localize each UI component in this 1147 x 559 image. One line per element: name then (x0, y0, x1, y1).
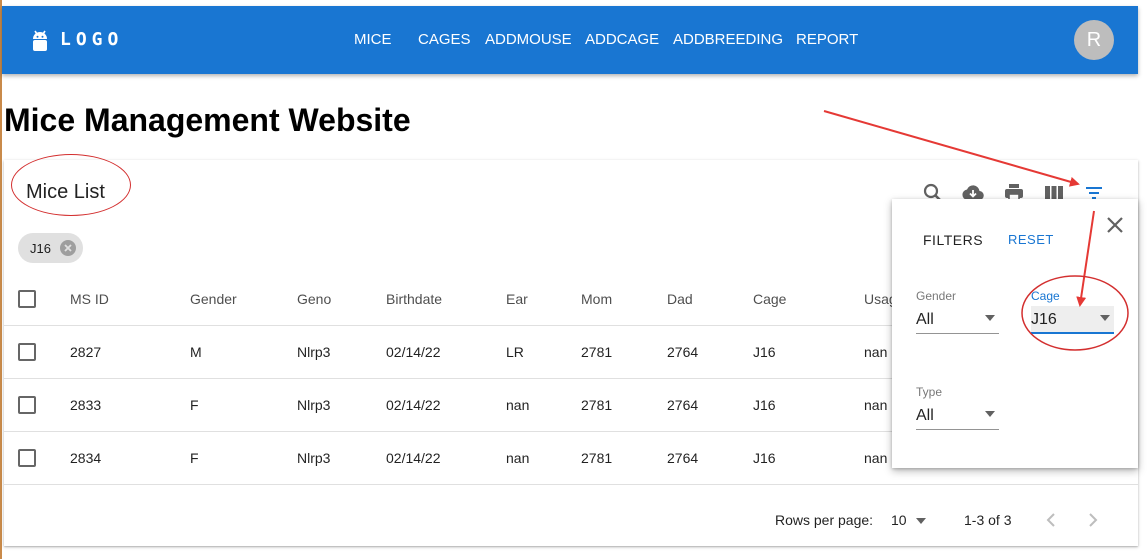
cell-geno: Nlrp3 (297, 397, 331, 413)
caret-down-icon (985, 315, 995, 321)
cell-ms-id: 2827 (70, 344, 102, 360)
column-header-ear[interactable]: Ear (506, 273, 528, 326)
type-filter-select[interactable]: All (916, 402, 999, 430)
rows-per-page-select[interactable]: 10 (891, 510, 927, 530)
column-header-ms-id[interactable]: MS ID (70, 273, 109, 326)
cell-usage: nan (864, 397, 888, 413)
cell-birthdate: 02/14/22 (386, 450, 441, 466)
type-filter-label: Type (916, 385, 943, 399)
cell-mom: 2781 (581, 397, 613, 413)
cell-dad: 2764 (667, 450, 699, 466)
table-pagination: Rows per page: 10 1-3 of 3 (4, 500, 1138, 540)
cell-dad: 2764 (667, 344, 699, 360)
gender-filter-select[interactable]: All (916, 306, 999, 334)
nav-mice[interactable]: MICE (354, 30, 392, 50)
cell-usage: nan (864, 344, 888, 360)
row-checkbox[interactable] (18, 343, 36, 361)
avatar[interactable]: R (1074, 20, 1114, 60)
filter-popover: FILTERS RESET Gender All Cage J16 Type A… (892, 199, 1138, 468)
column-header-dad[interactable]: Dad (667, 273, 693, 326)
nav-addbreeding[interactable]: ADDBREEDING (673, 30, 783, 50)
page-title: Mice Management Website (4, 102, 411, 138)
filter-chip: J16 (18, 233, 83, 263)
cancel-icon[interactable] (59, 239, 77, 257)
nav-addcage[interactable]: ADDCAGE (585, 30, 659, 50)
nav-report[interactable]: REPORT (796, 30, 858, 50)
column-header-geno[interactable]: Geno (297, 273, 331, 326)
cell-ear: nan (506, 450, 530, 466)
cell-ear: nan (506, 397, 530, 413)
close-icon[interactable] (1103, 213, 1127, 237)
filter-title: FILTERS (923, 232, 984, 248)
nav-cages[interactable]: CAGES (418, 30, 471, 50)
reset-filters-button[interactable]: RESET (1008, 231, 1054, 249)
cell-dad: 2764 (667, 397, 699, 413)
cage-filter-select[interactable]: J16 (1031, 306, 1114, 334)
select-all-checkbox[interactable] (18, 290, 36, 308)
logo-text[interactable]: LOGO (60, 28, 123, 52)
cell-usage: nan (864, 450, 888, 466)
caret-down-icon (1100, 315, 1110, 321)
app-bar: LOGO MICE CAGES ADDMOUSE ADDCAGE ADDBREE… (2, 6, 1138, 74)
cell-birthdate: 02/14/22 (386, 344, 441, 360)
cage-filter-value: J16 (1031, 311, 1057, 328)
gender-filter-label: Gender (916, 289, 957, 303)
caret-down-icon (985, 411, 995, 417)
cell-birthdate: 02/14/22 (386, 397, 441, 413)
cell-mom: 2781 (581, 450, 613, 466)
cell-gender: F (190, 397, 199, 413)
next-page-icon[interactable] (1082, 510, 1102, 530)
cell-ms-id: 2834 (70, 450, 102, 466)
cell-geno: Nlrp3 (297, 450, 331, 466)
rows-per-page-label: Rows per page: (775, 512, 874, 528)
previous-page-icon[interactable] (1042, 510, 1062, 530)
cell-mom: 2781 (581, 344, 613, 360)
rows-per-page-value: 10 (891, 512, 907, 528)
cell-ms-id: 2833 (70, 397, 102, 413)
cell-gender: M (190, 344, 202, 360)
column-header-gender[interactable]: Gender (190, 273, 237, 326)
window-edge (0, 0, 2, 559)
nav-addmouse[interactable]: ADDMOUSE (485, 30, 572, 50)
annotation-ellipse-title (11, 154, 131, 216)
gender-filter-value: All (916, 311, 934, 328)
row-checkbox[interactable] (18, 449, 36, 467)
caret-down-icon (916, 518, 927, 525)
cage-filter-label: Cage (1031, 289, 1060, 303)
column-header-mom[interactable]: Mom (581, 273, 612, 326)
cell-cage: J16 (753, 450, 776, 466)
type-filter-value: All (916, 407, 934, 424)
pagination-range: 1-3 of 3 (964, 512, 1012, 528)
android-icon (33, 30, 47, 51)
cell-gender: F (190, 450, 199, 466)
cell-ear: LR (506, 344, 524, 360)
column-header-birthdate[interactable]: Birthdate (386, 273, 442, 326)
cell-cage: J16 (753, 397, 776, 413)
cell-geno: Nlrp3 (297, 344, 331, 360)
column-header-cage[interactable]: Cage (753, 273, 786, 326)
cell-cage: J16 (753, 344, 776, 360)
row-checkbox[interactable] (18, 396, 36, 414)
chip-label: J16 (30, 240, 51, 256)
